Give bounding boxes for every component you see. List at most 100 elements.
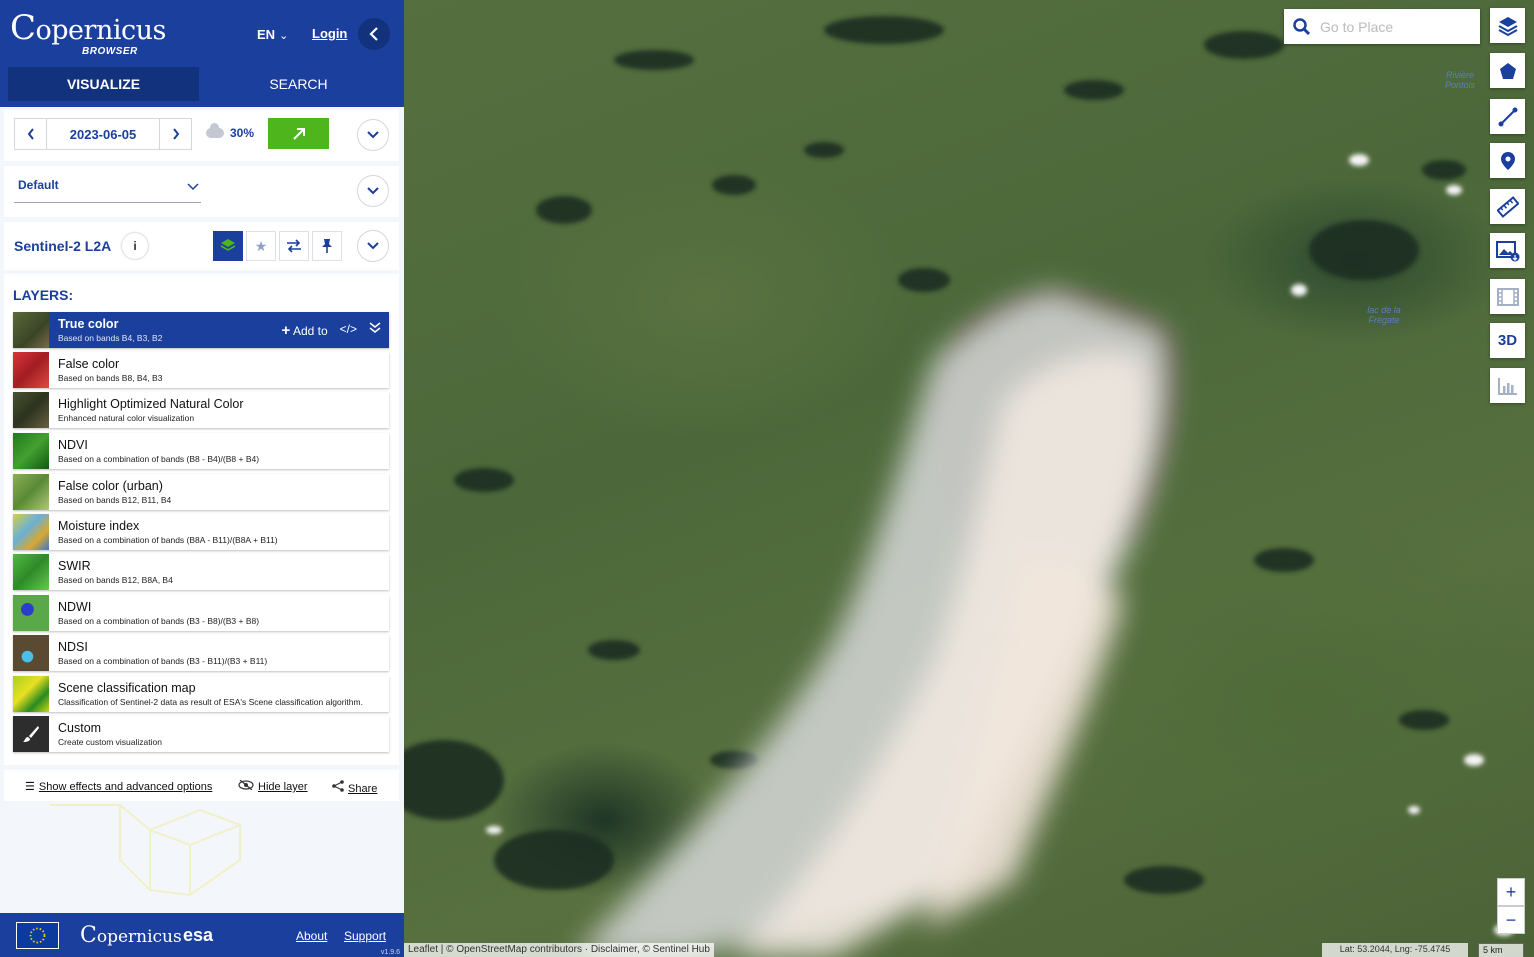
go-to-place-search	[1284, 9, 1480, 44]
pin-icon	[322, 239, 332, 253]
collapse-sidebar-button[interactable]	[358, 18, 390, 50]
layer-actions-bar: ☰ Show effects and advanced options Hide …	[4, 770, 399, 801]
layer-name: True color	[58, 317, 119, 331]
layer-true-color[interactable]: True color Based on bands B4, B3, B2 + A…	[13, 312, 389, 348]
layers-view-button[interactable]	[213, 231, 243, 261]
compare-button[interactable]	[279, 231, 309, 261]
map-scale: 5 km	[1478, 943, 1524, 957]
image-download-icon	[1495, 240, 1519, 261]
favorites-button[interactable]: ★	[246, 231, 276, 261]
layer-custom[interactable]: Custom Create custom visualization	[13, 716, 389, 752]
about-link[interactable]: About	[296, 929, 327, 943]
map-pin-icon	[1500, 151, 1515, 170]
layer-description: Based on bands B8, B4, B3	[58, 373, 163, 383]
sidebar-header: Copernicus BROWSER EN ⌄ Login VISUALIZE S…	[0, 0, 404, 107]
zoom-out-button[interactable]: −	[1497, 906, 1525, 934]
date-input[interactable]: 2023-06-05	[47, 119, 159, 149]
chevron-down-icon	[367, 131, 379, 139]
line-icon	[1498, 107, 1517, 126]
chevron-down-icon	[367, 242, 379, 250]
theme-select-value: Default	[18, 178, 59, 192]
layer-swir[interactable]: SWIR Based on bands B12, B8A, B4	[13, 554, 389, 590]
hide-layer-link[interactable]: Hide layer	[238, 779, 308, 793]
layer-thumbnail	[13, 554, 49, 590]
ruler-button[interactable]	[1490, 189, 1525, 224]
language-selector[interactable]: EN ⌄	[257, 27, 288, 42]
pin-button[interactable]	[312, 231, 342, 261]
layer-thumbnail	[13, 392, 49, 428]
next-date-button[interactable]	[159, 119, 191, 149]
zoom-in-button[interactable]: +	[1497, 878, 1525, 906]
copernicus-logo[interactable]: Copernicus	[80, 923, 182, 948]
logo-subtitle: BROWSER	[82, 46, 138, 57]
chevron-down-icon: ⌄	[279, 30, 289, 42]
cloud-cover-filter[interactable]: 30%	[206, 123, 254, 140]
layer-description: Based on bands B4, B3, B2	[58, 333, 163, 343]
line-measure-button[interactable]	[1490, 99, 1525, 134]
layer-name: Custom	[58, 721, 102, 735]
hide-layer-label: Hide layer	[258, 781, 308, 793]
layer-ndwi[interactable]: NDWI Based on a combination of bands (B3…	[13, 595, 389, 631]
collection-panel: Sentinel-2 L2A i ★	[4, 222, 399, 270]
layer-thumbnail	[13, 676, 49, 712]
tab-visualize[interactable]: VISUALIZE	[8, 67, 199, 101]
support-link[interactable]: Support	[344, 929, 386, 943]
esa-logo-text: esa	[183, 925, 214, 945]
double-chevron-down-icon[interactable]	[369, 322, 381, 339]
layer-ndvi[interactable]: NDVI Based on a combination of bands (B8…	[13, 433, 389, 469]
layer-moisture-index[interactable]: Moisture index Based on a combination of…	[13, 514, 389, 550]
timelapse-button[interactable]	[1490, 279, 1525, 314]
chevron-down-icon	[187, 180, 199, 194]
star-icon: ★	[254, 237, 268, 254]
add-to-button[interactable]: + Add to	[282, 322, 328, 339]
collection-info-button[interactable]: i	[122, 233, 148, 259]
area-of-interest-button[interactable]	[1490, 53, 1525, 88]
search-icon	[1284, 17, 1320, 36]
tab-search[interactable]: SEARCH	[203, 67, 394, 101]
share-label: Share	[348, 783, 378, 795]
layer-thumbnail	[13, 474, 49, 510]
expand-collection-button[interactable]	[357, 230, 389, 262]
go-to-place-input[interactable]	[1320, 18, 1470, 35]
layer-name: Highlight Optimized Natural Color	[58, 397, 244, 411]
layers-tool-button[interactable]	[1490, 8, 1525, 43]
map-view[interactable]: Rivière Pontois lac de la Frégate 3D + −…	[404, 0, 1534, 957]
layer-name: SWIR	[58, 559, 91, 573]
layer-description: Based on a combination of bands (B3 - B1…	[58, 656, 268, 666]
plus-icon: +	[281, 322, 291, 339]
theme-panel: Default	[4, 166, 399, 217]
login-link[interactable]: Login	[312, 26, 347, 41]
statistics-button[interactable]	[1490, 368, 1525, 403]
arrow-up-right-icon	[292, 127, 305, 140]
search-date-button[interactable]	[268, 118, 329, 149]
show-effects-link[interactable]: ☰ Show effects and advanced options	[25, 780, 212, 793]
layers-icon	[1498, 16, 1517, 36]
download-image-button[interactable]	[1490, 233, 1525, 268]
pentagon-icon	[1499, 62, 1516, 79]
layer-ndsi[interactable]: NDSI Based on a combination of bands (B3…	[13, 635, 389, 671]
expand-date-options-button[interactable]	[357, 119, 389, 151]
layer-false-color-urban[interactable]: False color (urban) Based on bands B12, …	[13, 474, 389, 510]
share-link[interactable]: Share	[332, 780, 377, 795]
layer-description: Based on bands B12, B8A, B4	[58, 575, 173, 585]
layer-thumbnail	[13, 595, 49, 631]
point-of-interest-button[interactable]	[1490, 143, 1525, 178]
layer-description: Classification of Sentinel-2 data as res…	[58, 697, 363, 707]
layer-name: Moisture index	[58, 519, 140, 533]
layer-scene-classification[interactable]: Scene classification map Classification …	[13, 676, 389, 712]
theme-select[interactable]: Default	[14, 178, 201, 203]
copernicus-browser-logo[interactable]: Copernicus BROWSER	[10, 8, 167, 57]
version-label: v1.9.6	[380, 949, 400, 956]
layer-highlight-optimized[interactable]: Highlight Optimized Natural Color Enhanc…	[13, 392, 389, 428]
previous-date-button[interactable]	[15, 119, 47, 149]
esa-logo[interactable]: esa	[183, 925, 213, 946]
expand-theme-button[interactable]	[357, 175, 389, 207]
cloud-icon	[206, 123, 224, 138]
layer-description: Create custom visualization	[58, 737, 162, 747]
3d-view-button[interactable]: 3D	[1490, 323, 1525, 358]
add-to-label: Add to	[292, 324, 328, 338]
date-picker: 2023-06-05	[14, 118, 192, 150]
code-icon[interactable]: </>	[340, 322, 357, 339]
layer-false-color[interactable]: False color Based on bands B8, B4, B3	[13, 352, 389, 388]
logo-text: opernicus	[35, 15, 167, 46]
